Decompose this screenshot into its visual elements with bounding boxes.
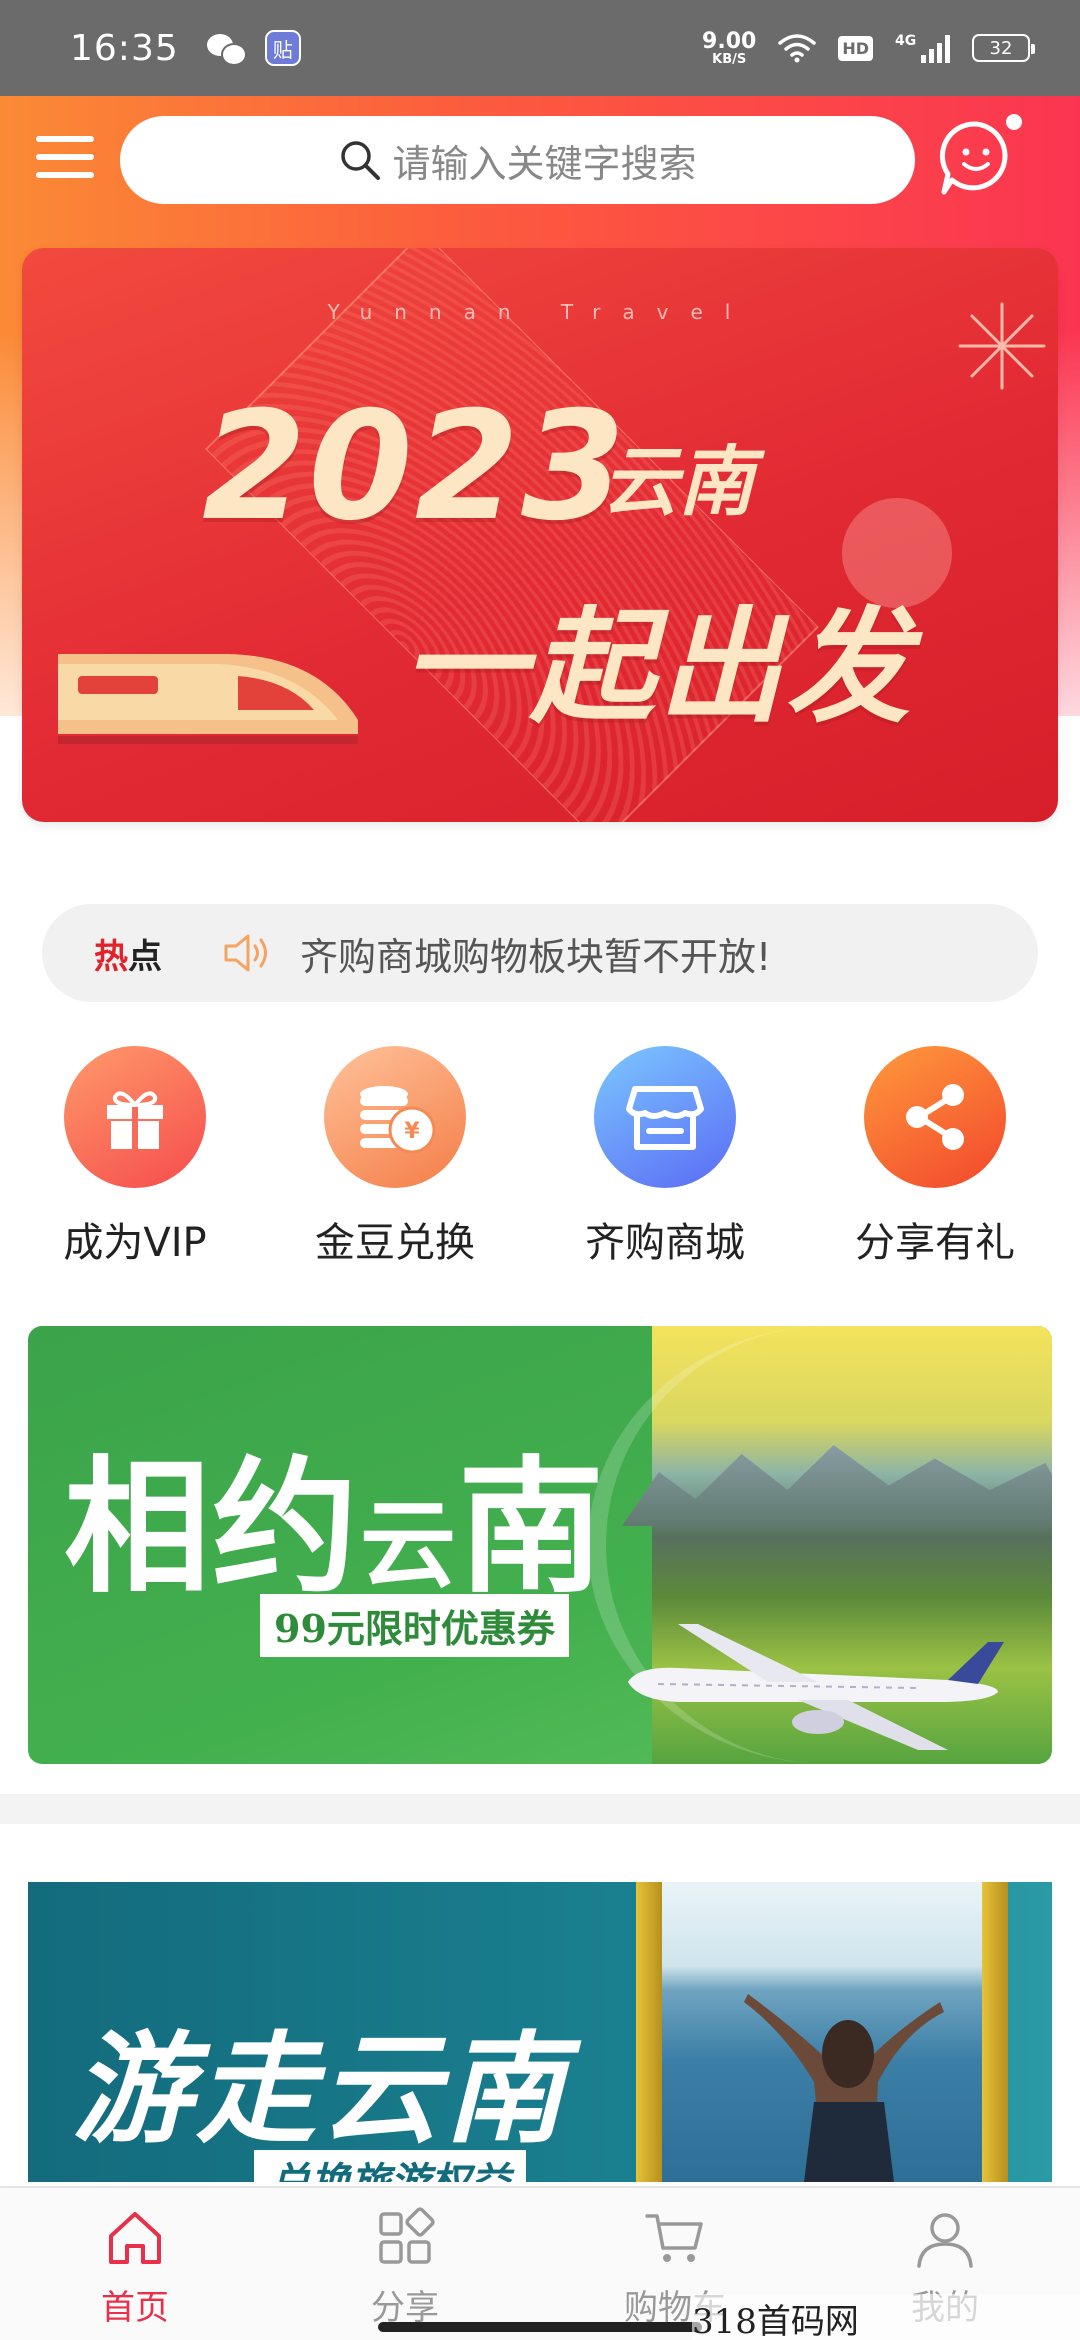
banner-subtitle: Yunnan Travel [327,300,753,324]
share-icon [906,1084,964,1150]
search-icon [341,141,381,180]
travel-title: 游走云南 [72,2019,568,2160]
quick-entry-store[interactable]: 齐购商城 [530,1046,800,1268]
promo-banner-coupon[interactable]: 相约云南 99元限时优惠券 [28,1326,1052,1764]
wifi-icon [778,34,817,63]
user-icon [917,2213,973,2268]
network-type: 4G [895,33,917,49]
hero-banner[interactable]: Yunnan Travel 2023 云南 一起出发 [22,248,1058,822]
travel-subtitle: 兑换旅游权益 [254,2150,526,2182]
promo-title: 相约云南 [64,1410,606,1621]
home-indicator[interactable] [378,2322,702,2332]
nav-home[interactable]: 首页 [0,2206,270,2329]
quick-entry-icon-bg [64,1046,206,1188]
unread-dot [1006,114,1022,130]
signal-icon: 4G [895,33,950,63]
gift-icon [107,1091,163,1149]
coupon-text: 99元限时优惠券 [260,1594,569,1657]
menu-button[interactable] [36,132,94,182]
search-placeholder: 请输入关键字搜索 [392,141,697,186]
quick-entry-label: 金豆兑换 [315,1220,475,1266]
promo-title-part3: 南 [458,1442,606,1613]
network-speed-value: 9.00 [702,28,757,54]
banner-region: 云南 [602,437,754,526]
nav-label: 首页 [101,2288,169,2328]
notice-label: 热点 [94,929,162,978]
train-illustration [58,654,358,744]
quick-entry-label: 分享有礼 [855,1220,1015,1266]
menu-icon-bar [36,172,94,178]
search-input[interactable]: 请输入关键字搜索 [120,116,915,204]
notice-bar[interactable]: 热点 齐购商城购物板块暂不开放! [42,904,1038,1002]
quick-entry-share[interactable]: 分享有礼 [800,1046,1070,1268]
cart-icon [645,2214,703,2262]
quick-entry-label: 成为VIP [63,1220,207,1266]
promo-title-part1: 相约 [64,1442,360,1613]
notice-label-point: 点 [128,936,162,977]
traveler-illustration [744,1994,944,2182]
banner-year: 2023 [202,380,628,554]
status-time: 16:35 [70,27,179,69]
svg-text:¥: ¥ [404,1119,420,1144]
quick-entry-icon-bg: ¥ [324,1046,466,1188]
notice-label-hot: 热 [94,936,128,977]
watermark: 318首码网 www.e318.com [692,2294,1080,2340]
menu-icon-bar [36,136,94,142]
quick-entry-coin-exchange[interactable]: ¥ 金豆兑换 [260,1046,530,1268]
quick-entry-label: 齐购商城 [585,1220,745,1266]
grid-icon [379,2207,435,2264]
firework-icon [958,302,1046,390]
wechat-icon [206,32,247,66]
menu-icon-bar [36,154,94,160]
store-icon [626,1086,704,1150]
notification-icons: 贴 [206,30,301,66]
coin-stack-icon: ¥ [360,1086,436,1154]
network-speed-unit: KB/S [712,51,747,67]
status-bar: 16:35 贴 9.00 KB/S HD 4G 32 [0,0,1080,96]
promo-title-part2: 云 [360,1488,458,1601]
battery-icon: 32 [972,34,1035,62]
promo-banner-travel[interactable]: 游走云南 兑换旅游权益 [28,1882,1052,2182]
quick-entry-vip[interactable]: 成为VIP [0,1046,270,1268]
airplane-illustration [628,1624,1004,1750]
tieba-icon: 贴 [264,30,301,66]
smiley-chat-icon [939,121,1008,195]
quick-entries: 成为VIP ¥ 金豆兑换 齐购商城 分享有礼 [0,1046,1080,1276]
quick-entry-icon-bg [864,1046,1006,1188]
system-indicators: 9.00 KB/S HD 4G 32 [702,28,1035,67]
nav-share[interactable]: 分享 [270,2206,540,2329]
notice-text: 齐购商城购物板块暂不开放! [300,934,772,979]
app-header: 请输入关键字搜索 [0,96,1080,226]
message-button[interactable] [936,114,1022,198]
section-divider [0,1794,1080,1824]
banner-slogan: 一起出发 [402,596,915,740]
home-icon [109,2212,161,2264]
speaker-icon [224,934,267,972]
network-speed: 9.00 KB/S [702,28,757,67]
hd-icon: HD [838,35,873,61]
quick-entry-icon-bg [594,1046,736,1188]
